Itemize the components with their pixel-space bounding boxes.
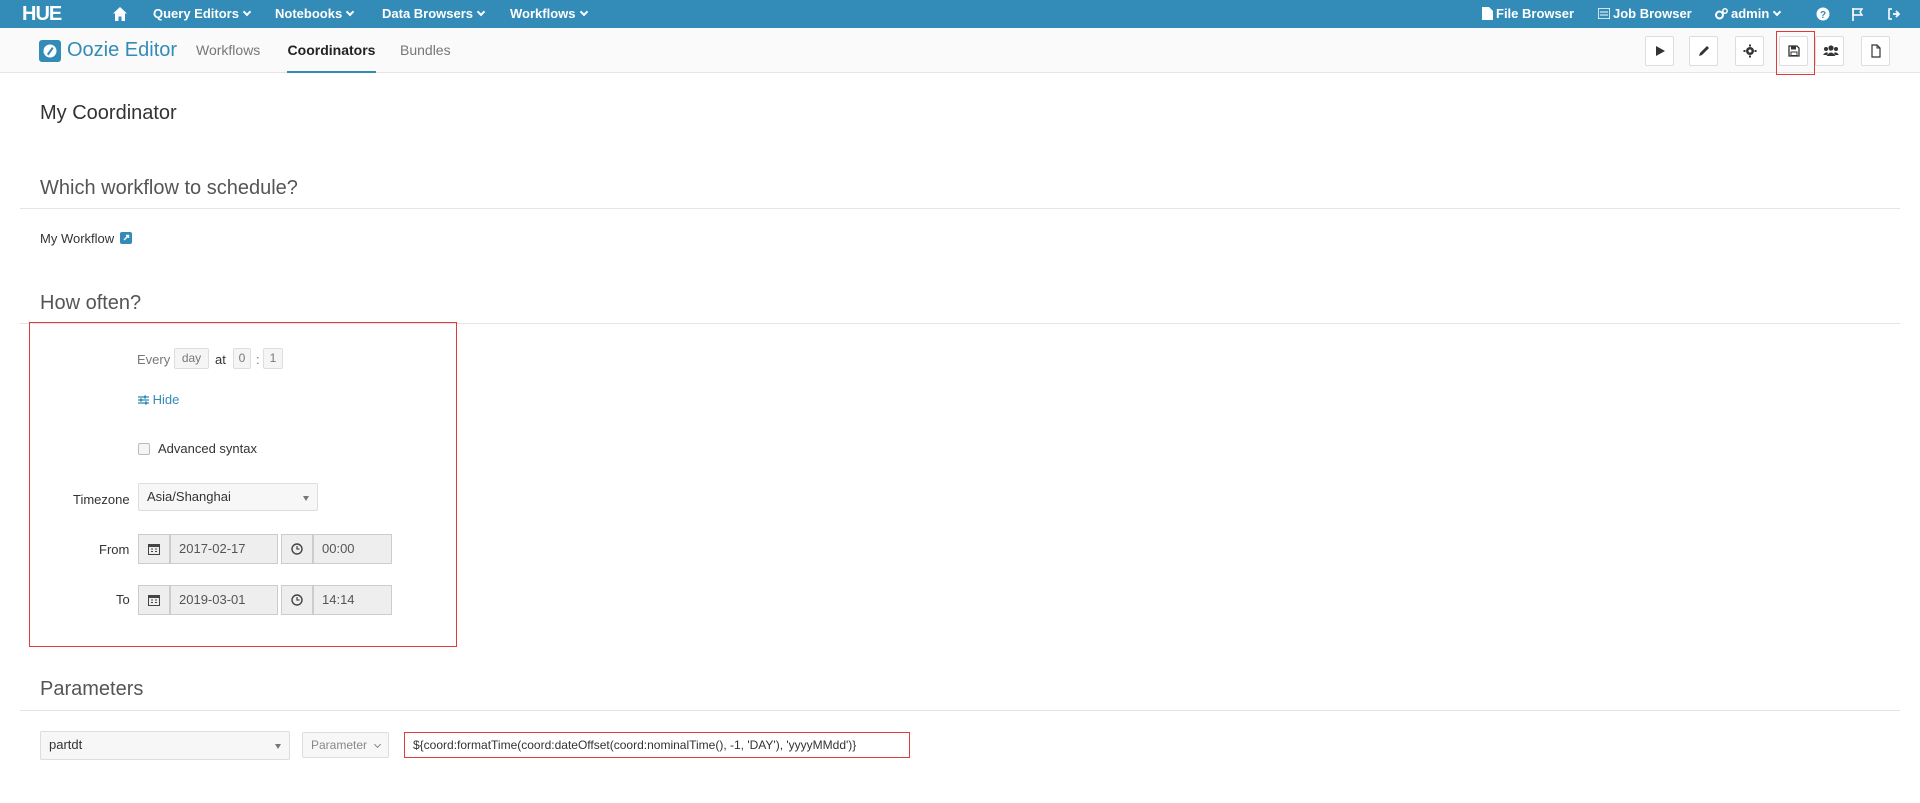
edit-button[interactable] (1689, 36, 1718, 66)
timezone-value: Asia/Shanghai (147, 489, 231, 504)
new-document-button[interactable] (1861, 36, 1890, 66)
gear-icon (1743, 44, 1757, 58)
job-browser-label: Job Browser (1613, 6, 1692, 21)
chevron-down-icon (1773, 7, 1782, 17)
pencil-icon (1699, 46, 1709, 56)
to-time-input[interactable]: 14:14 (313, 585, 392, 615)
help-icon[interactable]: ? (1815, 6, 1831, 22)
menu-label: Notebooks (275, 6, 343, 21)
top-navbar: HUE Query Editors Notebooks Data Browser… (0, 0, 1920, 28)
external-link-icon[interactable] (119, 232, 132, 244)
advanced-syntax-checkbox[interactable] (138, 443, 150, 455)
workflow-name-text: My Workflow (40, 231, 115, 246)
timezone-label: Timezone (73, 492, 130, 507)
highlight-box (1776, 31, 1815, 75)
to-time-addon[interactable] (281, 585, 313, 615)
menu-label: Data Browsers (382, 6, 474, 21)
parameter-type-dropdown[interactable]: Parameter (302, 732, 390, 758)
tab-workflows[interactable]: Workflows (196, 28, 260, 73)
job-browser-link[interactable]: Job Browser (1598, 0, 1692, 28)
frequency-heading: How often? (40, 292, 142, 314)
parameter-name-select[interactable]: partdt (40, 731, 290, 760)
menu-workflows[interactable]: Workflows (510, 0, 588, 28)
menu-data-browsers[interactable]: Data Browsers (382, 0, 486, 28)
tab-bundles[interactable]: Bundles (400, 28, 451, 73)
parameter-value-input[interactable]: ${coord:formatTime(coord:dateOffset(coor… (404, 732, 910, 758)
schedule-heading: Which workflow to schedule? (40, 177, 298, 199)
time-separator: : (256, 352, 260, 367)
timezone-select[interactable]: Asia/Shanghai (138, 483, 318, 511)
frequency-unit[interactable]: day (174, 348, 209, 369)
share-button[interactable] (1815, 36, 1844, 66)
caret-down-icon (275, 744, 281, 749)
chevron-down-icon (579, 7, 588, 17)
at-label: at (215, 352, 226, 367)
divider (20, 710, 1900, 711)
home-icon[interactable] (112, 6, 128, 22)
divider (20, 208, 1900, 209)
file-browser-label: File Browser (1496, 6, 1575, 21)
submit-button[interactable] (1645, 36, 1674, 66)
from-date-input[interactable]: 2017-02-17 (170, 534, 278, 564)
chevron-down-icon (242, 7, 252, 17)
hide-label: Hide (152, 392, 180, 407)
svg-text:?: ? (1820, 10, 1826, 21)
flag-icon[interactable] (1850, 6, 1866, 22)
workflow-name: My Workflow (40, 231, 132, 246)
chevron-down-icon (374, 740, 382, 749)
calendar-icon (148, 544, 160, 555)
menu-notebooks[interactable]: Notebooks (275, 0, 355, 28)
editor-toolbar: Oozie Editor Workflows Coordinators Bund… (0, 28, 1920, 73)
hue-logo[interactable]: HUE (22, 4, 62, 24)
to-label: To (116, 592, 130, 607)
user-menu[interactable]: admin (1715, 0, 1782, 28)
coordinator-name[interactable]: My Coordinator (40, 102, 177, 125)
parameter-name-value: partdt (49, 737, 83, 752)
sliders-icon (138, 395, 149, 405)
advanced-syntax-label[interactable]: Advanced syntax (158, 441, 257, 456)
menu-label: Query Editors (153, 6, 239, 21)
file-icon (1871, 44, 1881, 58)
from-time-input[interactable]: 00:00 (313, 534, 392, 564)
menu-query-editors[interactable]: Query Editors (153, 0, 252, 28)
cogs-icon (1715, 7, 1728, 20)
sign-out-icon[interactable] (1886, 6, 1902, 22)
from-time-addon[interactable] (281, 534, 313, 564)
file-icon (1482, 7, 1493, 21)
app-title[interactable]: Oozie Editor (67, 37, 177, 63)
chevron-down-icon (345, 7, 355, 17)
tab-coordinators[interactable]: Coordinators (287, 28, 376, 73)
to-date-input[interactable]: 2019-03-01 (170, 585, 278, 615)
every-label: Every (137, 352, 171, 367)
list-icon (1598, 8, 1610, 20)
to-date-addon[interactable] (138, 585, 170, 615)
chevron-down-icon (476, 7, 486, 17)
hide-toggle[interactable]: Hide (138, 392, 179, 407)
from-label: From (99, 542, 130, 557)
minute-field[interactable]: 1 (263, 348, 283, 369)
file-browser-link[interactable]: File Browser (1482, 0, 1574, 28)
calendar-icon (148, 595, 160, 606)
clock-icon (291, 594, 303, 606)
settings-button[interactable] (1735, 36, 1764, 66)
oozie-icon (39, 40, 61, 62)
hour-field[interactable]: 0 (233, 348, 251, 369)
clock-icon (291, 543, 303, 555)
parameters-heading: Parameters (40, 678, 144, 700)
menu-label: Workflows (510, 6, 576, 21)
play-icon (1656, 46, 1665, 56)
from-date-addon[interactable] (138, 534, 170, 564)
parameter-type-label: Parameter (311, 738, 368, 752)
caret-down-icon (303, 496, 309, 501)
users-icon (1823, 45, 1839, 56)
username: admin (1731, 6, 1770, 21)
